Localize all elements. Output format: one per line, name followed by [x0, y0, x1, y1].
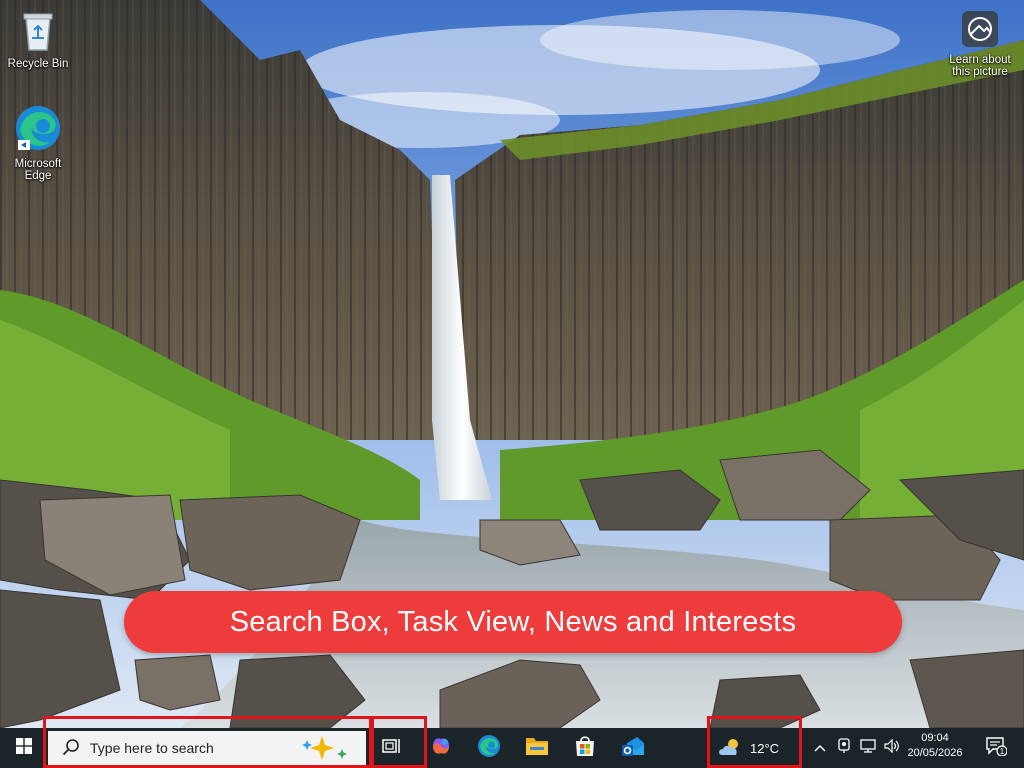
clock-time: 09:04 — [921, 732, 949, 744]
meet-now-icon — [837, 737, 851, 759]
store-icon — [573, 734, 597, 763]
camera-location-icon — [940, 10, 1020, 51]
clock-date: 20/05/2026 — [907, 747, 963, 759]
network-icon — [860, 738, 876, 758]
search-placeholder: Type here to search — [90, 740, 214, 756]
copilot-sparkle-icon[interactable] — [298, 735, 352, 764]
taskbar-app-file-explorer[interactable] — [518, 728, 556, 768]
weather-temperature: 12°C — [750, 740, 780, 756]
taskbar-app-outlook[interactable] — [614, 728, 652, 768]
notification-center-button[interactable]: 1 — [980, 728, 1012, 768]
desktop-icon-recycle-bin[interactable]: Recycle Bin — [2, 8, 74, 70]
banner-text: Search Box, Task View, News and Interest… — [229, 605, 797, 638]
chevron-up-icon — [814, 739, 826, 757]
news-and-interests-button[interactable]: 12°C — [718, 728, 779, 768]
taskbar-search-box[interactable]: Type here to search — [48, 731, 366, 765]
desktop-icon-label: Recycle Bin — [7, 58, 69, 70]
partly-cloudy-icon — [718, 737, 744, 760]
copilot-icon — [429, 734, 453, 763]
learn-about-picture-button[interactable]: Learn about this picture — [940, 10, 1020, 78]
desktop-icon-edge[interactable]: Microsoft Edge — [2, 104, 74, 182]
show-hidden-icons-button[interactable] — [808, 728, 832, 768]
taskbar-clock[interactable]: 09:04 20/05/2026 — [898, 731, 972, 761]
task-view-icon — [382, 737, 402, 760]
taskbar-app-edge[interactable] — [470, 728, 508, 768]
notification-icon: 1 — [985, 736, 1008, 761]
notification-count: 1 — [1000, 747, 1005, 756]
tutorial-banner: Search Box, Task View, News and Interest… — [124, 591, 902, 653]
start-button[interactable] — [0, 728, 48, 768]
pinned-apps — [422, 728, 662, 768]
folder-icon — [525, 735, 549, 762]
taskbar-app-store[interactable] — [566, 728, 604, 768]
edge-icon — [2, 104, 74, 155]
network-button[interactable] — [856, 728, 880, 768]
windows-start-icon — [16, 737, 32, 759]
taskbar-app-copilot[interactable] — [422, 728, 460, 768]
system-tray — [808, 728, 904, 768]
task-view-button[interactable] — [374, 728, 410, 768]
outlook-icon — [621, 734, 645, 763]
search-icon — [62, 738, 80, 759]
recycle-bin-icon — [2, 8, 74, 55]
learn-about-label: Learn about this picture — [949, 54, 1011, 78]
desktop-icon-label: Microsoft Edge — [14, 158, 62, 182]
edge-icon — [477, 734, 501, 763]
meet-now-button[interactable] — [832, 728, 856, 768]
